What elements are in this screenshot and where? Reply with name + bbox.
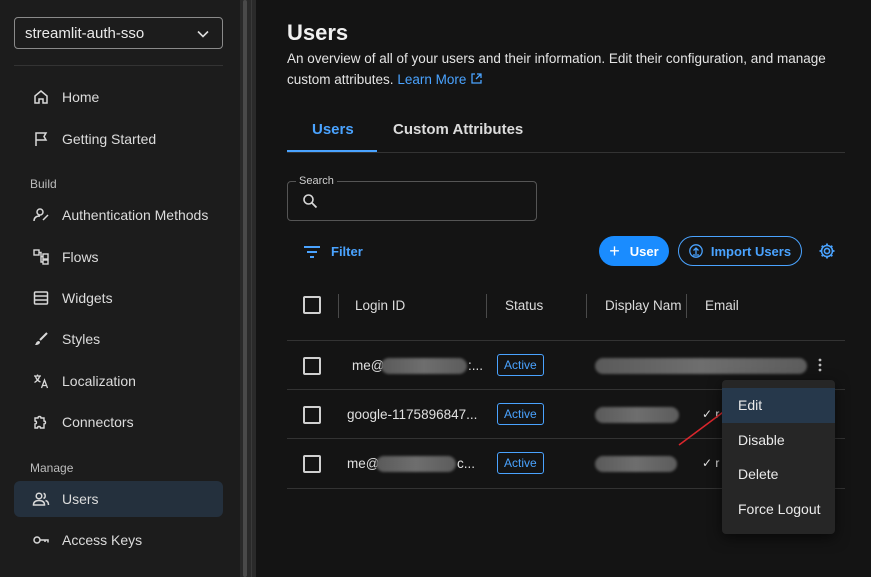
row-context-menu: Edit Disable Delete Force Logout bbox=[722, 380, 835, 534]
redacted-display-name bbox=[595, 407, 679, 423]
project-select-value: streamlit-auth-sso bbox=[25, 24, 145, 42]
sidebar-scrollbar[interactable] bbox=[240, 0, 256, 577]
kebab-menu-icon[interactable] bbox=[818, 358, 822, 372]
menu-item-force-logout[interactable]: Force Logout bbox=[722, 492, 835, 527]
puzzle-icon bbox=[34, 415, 47, 429]
redacted-login-id bbox=[381, 358, 467, 374]
external-link-icon bbox=[471, 73, 483, 84]
brush-icon bbox=[35, 332, 48, 345]
translate-icon bbox=[34, 374, 49, 389]
row-login-id[interactable]: google-1175896847... bbox=[347, 407, 477, 422]
row-checkbox[interactable] bbox=[303, 357, 321, 375]
sidebar-item-label: Widgets bbox=[62, 290, 113, 306]
gear-icon[interactable] bbox=[818, 242, 836, 260]
key-icon bbox=[33, 536, 49, 544]
filter-label: Filter bbox=[331, 244, 363, 259]
sidebar-item-label: Flows bbox=[62, 249, 99, 265]
column-header-display-name[interactable]: Display Nam bbox=[605, 298, 682, 313]
status-badge: Active bbox=[497, 354, 544, 376]
menu-item-edit[interactable]: Edit bbox=[722, 388, 835, 423]
import-users-label: Import Users bbox=[710, 243, 792, 259]
upload-icon bbox=[689, 244, 703, 258]
sidebar-item-getting-started[interactable]: Getting Started bbox=[14, 121, 223, 157]
section-label-build: Build bbox=[30, 177, 57, 191]
sidebar-item-label: Styles bbox=[62, 331, 101, 347]
search-icon bbox=[303, 194, 318, 209]
tab-users[interactable]: Users bbox=[312, 121, 354, 138]
scrollbar-divider bbox=[251, 0, 252, 577]
login-id-suffix: :... bbox=[468, 358, 484, 373]
sidebar-item-flows[interactable]: Flows bbox=[14, 239, 223, 275]
sidebar-item-label: Users bbox=[62, 491, 99, 507]
table-header-divider bbox=[287, 340, 845, 341]
row-login-id[interactable]: me@ bbox=[347, 456, 379, 471]
redacted-display-name bbox=[595, 358, 807, 374]
widgets-icon bbox=[33, 291, 49, 305]
users-icon bbox=[32, 492, 50, 506]
row-checkbox[interactable] bbox=[303, 455, 321, 473]
status-badge: Active bbox=[497, 452, 544, 474]
email-verified-fragment: ✓ r bbox=[702, 456, 720, 470]
sidebar-item-label: Connectors bbox=[62, 414, 134, 430]
tabs-divider bbox=[287, 152, 845, 153]
menu-item-disable[interactable]: Disable bbox=[722, 423, 835, 458]
sidebar-item-connectors[interactable]: Connectors bbox=[14, 404, 223, 440]
column-header-status[interactable]: Status bbox=[505, 298, 543, 313]
sidebar: streamlit-auth-sso Home Getting Started … bbox=[0, 0, 240, 577]
filter-button[interactable]: Filter bbox=[303, 244, 363, 259]
scrollbar-thumb[interactable] bbox=[243, 0, 247, 577]
login-id-prefix: me@ bbox=[352, 358, 385, 373]
column-header-email[interactable]: Email bbox=[705, 298, 739, 313]
home-icon bbox=[34, 90, 48, 104]
sidebar-item-label: Localization bbox=[62, 373, 136, 389]
filter-icon bbox=[304, 245, 320, 258]
project-select[interactable]: streamlit-auth-sso bbox=[14, 17, 223, 49]
page-title: Users bbox=[287, 20, 349, 45]
add-user-label: User bbox=[629, 243, 659, 259]
description-text: An overview of all of your users and the… bbox=[287, 51, 826, 87]
plus-icon: + bbox=[609, 240, 620, 261]
sidebar-item-home[interactable]: Home bbox=[14, 79, 223, 115]
sidebar-item-label: Authentication Methods bbox=[62, 207, 209, 223]
sidebar-item-access-keys[interactable]: Access Keys bbox=[14, 522, 223, 558]
column-separator bbox=[486, 294, 487, 318]
search-input[interactable] bbox=[287, 181, 537, 221]
login-id-prefix: me@ bbox=[347, 456, 380, 471]
search-label: Search bbox=[296, 175, 337, 187]
column-separator bbox=[586, 294, 587, 318]
sidebar-item-localization[interactable]: Localization bbox=[14, 363, 223, 399]
sidebar-item-authentication-methods[interactable]: Authentication Methods bbox=[14, 197, 223, 233]
select-all-checkbox[interactable] bbox=[303, 296, 321, 314]
status-badge: Active bbox=[497, 403, 544, 425]
learn-more-label: Learn More bbox=[397, 72, 467, 87]
section-label-manage: Manage bbox=[30, 461, 74, 475]
sidebar-divider bbox=[14, 65, 223, 66]
sidebar-item-styles[interactable]: Styles bbox=[14, 321, 223, 357]
tab-custom-attributes[interactable]: Custom Attributes bbox=[393, 121, 523, 138]
main-content: Users An overview of all of your users a… bbox=[256, 0, 871, 577]
user-key-icon bbox=[33, 208, 49, 222]
add-user-button[interactable]: + User bbox=[599, 236, 669, 266]
active-tab-indicator bbox=[287, 150, 377, 152]
import-users-button[interactable]: Import Users bbox=[678, 236, 802, 266]
chevron-down-icon bbox=[197, 30, 209, 38]
sidebar-item-label: Getting Started bbox=[62, 131, 157, 147]
login-id-suffix: c... bbox=[457, 456, 476, 471]
row-login-id[interactable]: me@ bbox=[352, 358, 384, 373]
sidebar-item-label: Home bbox=[62, 89, 100, 105]
sidebar-item-label: Access Keys bbox=[62, 532, 143, 548]
flows-icon bbox=[33, 249, 49, 265]
page-description: An overview of all of your users and the… bbox=[287, 48, 857, 90]
sidebar-item-widgets[interactable]: Widgets bbox=[14, 280, 223, 316]
redacted-login-id bbox=[376, 456, 456, 472]
row-checkbox[interactable] bbox=[303, 406, 321, 424]
column-separator bbox=[338, 294, 339, 318]
redacted-display-name bbox=[595, 456, 677, 472]
column-header-login-id[interactable]: Login ID bbox=[355, 298, 405, 313]
sidebar-item-users[interactable]: Users bbox=[14, 481, 223, 517]
menu-item-delete[interactable]: Delete bbox=[722, 457, 835, 492]
flag-icon bbox=[35, 132, 48, 146]
learn-more-link[interactable]: Learn More bbox=[397, 72, 483, 87]
column-separator bbox=[686, 294, 687, 318]
